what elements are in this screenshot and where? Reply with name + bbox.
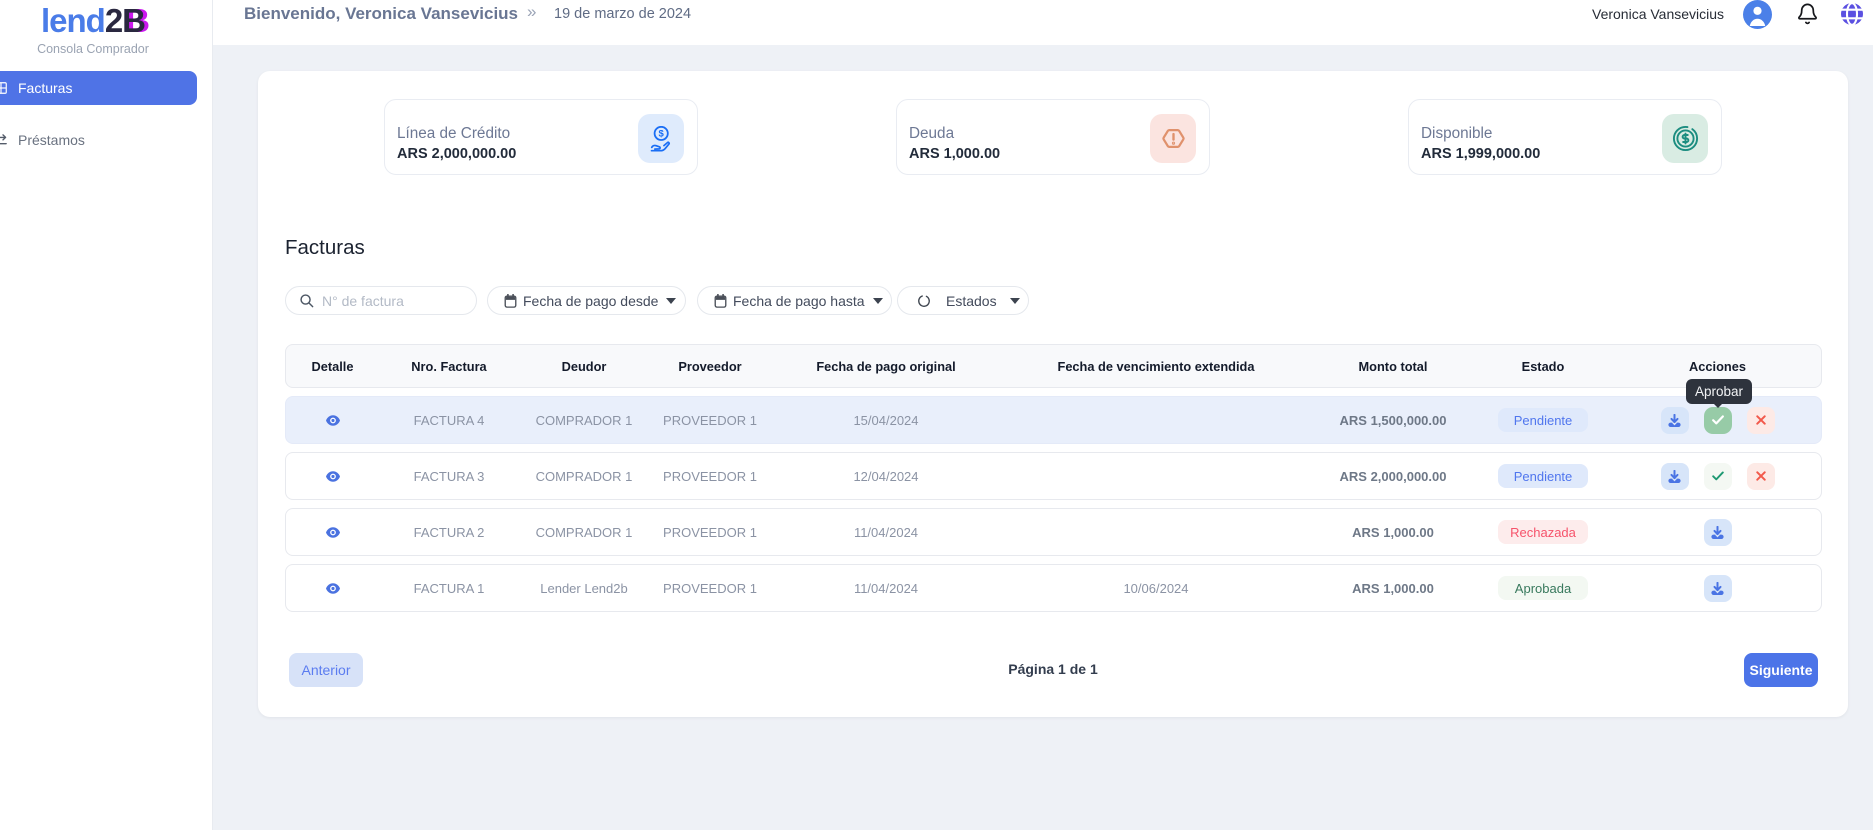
svg-text:$: $ <box>659 128 665 139</box>
